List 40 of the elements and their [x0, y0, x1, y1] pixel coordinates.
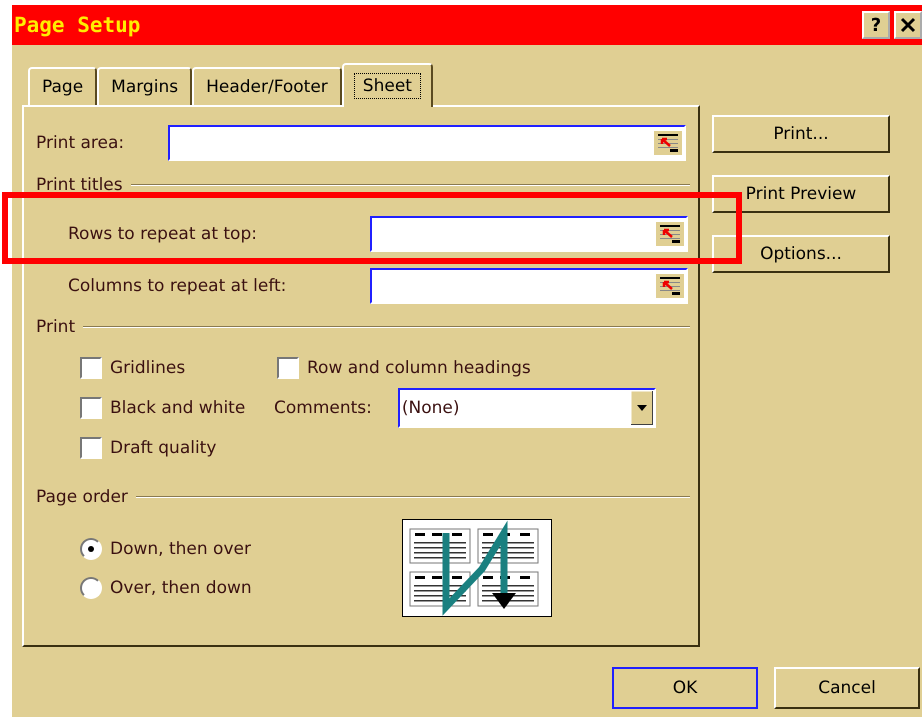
collapse-dialog-icon[interactable] [653, 130, 683, 156]
radio-button[interactable] [80, 538, 102, 560]
input-field[interactable] [168, 125, 686, 161]
window-title: Page Setup [13, 13, 140, 37]
dialog-button[interactable]: Print Preview [712, 175, 890, 213]
checkbox[interactable] [80, 357, 102, 379]
checkbox[interactable] [277, 357, 299, 379]
comments-dropdown[interactable]: (None) [398, 388, 656, 428]
radio-button[interactable] [80, 576, 102, 598]
radio-label: Over, then down [110, 578, 252, 598]
tab[interactable]: Margins [97, 67, 192, 105]
dialog-button[interactable]: Options... [712, 235, 890, 273]
field-label: Columns to repeat at left: [68, 276, 288, 296]
dropdown-arrow-icon[interactable] [630, 391, 653, 425]
checkbox-label: Gridlines [110, 358, 186, 378]
tab[interactable]: Page [28, 67, 98, 105]
help-button[interactable]: ? [862, 11, 890, 39]
collapse-dialog-icon[interactable] [655, 273, 685, 299]
group-heading: Page order [36, 487, 128, 507]
checkbox[interactable] [80, 437, 102, 459]
checkbox-label: Row and column headings [307, 358, 531, 378]
dialog-button[interactable]: Cancel [774, 667, 920, 709]
field-label: Comments: [274, 398, 372, 418]
field-label: Print area: [36, 133, 126, 153]
radio-label: Down, then over [110, 538, 251, 558]
checkbox-label: Draft quality [110, 438, 216, 458]
group-heading: Print titles [36, 175, 123, 195]
checkbox-label: Black and white [110, 398, 246, 418]
field-label: Rows to repeat at top: [68, 224, 258, 244]
tab[interactable]: Sheet [342, 63, 433, 107]
close-icon [900, 17, 916, 33]
checkbox[interactable] [80, 397, 102, 419]
dialog-button[interactable]: Print... [712, 115, 890, 153]
input-field[interactable] [370, 268, 688, 304]
group-heading: Print [36, 317, 76, 337]
close-button[interactable] [894, 11, 922, 39]
tab[interactable]: Header/Footer [192, 67, 342, 105]
collapse-dialog-icon[interactable] [655, 221, 685, 247]
dialog-button[interactable]: OK [612, 667, 758, 709]
input-field[interactable] [370, 216, 688, 252]
